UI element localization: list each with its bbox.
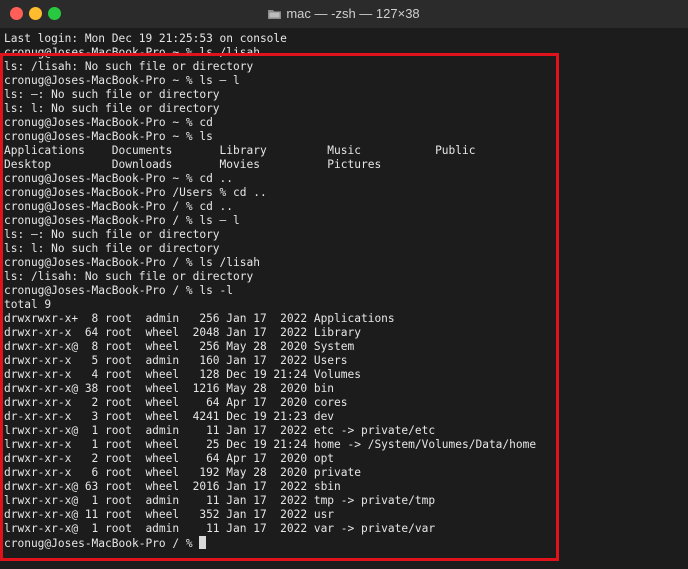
terminal-line: ls: –: No such file or directory (4, 88, 220, 101)
terminal-line: cronug@Joses-MacBook-Pro / % cd .. (4, 200, 234, 213)
terminal-line: cronug@Joses-MacBook-Pro ~ % ls (4, 130, 213, 143)
terminal-line: dr-xr-xr-x 3 root wheel 4241 Dec 19 21:2… (4, 410, 335, 423)
terminal-line: drwxr-xr-x@ 11 root wheel 352 Jan 17 202… (4, 508, 335, 521)
terminal-line: cronug@Joses-MacBook-Pro ~ % cd (4, 116, 213, 129)
terminal-line: ls: /lisah: No such file or directory (4, 60, 254, 73)
title-bar[interactable]: mac — -zsh — 127×38 (0, 0, 688, 29)
terminal-line: drwxr-xr-x 4 root wheel 128 Dec 19 21:24… (4, 368, 361, 381)
folder-icon (268, 10, 282, 19)
terminal-line: lrwxr-xr-x@ 1 root admin 11 Jan 17 2022 … (4, 522, 436, 535)
terminal-line: drwxrwxr-x+ 8 root admin 256 Jan 17 2022… (4, 312, 395, 325)
terminal-line: drwxr-xr-x@ 8 root wheel 256 May 28 2020… (4, 340, 355, 353)
terminal-line: cronug@Joses-MacBook-Pro /Users % cd .. (4, 186, 267, 199)
terminal-line: cronug@Joses-MacBook-Pro ~ % ls – l (4, 74, 240, 87)
terminal-line: lrwxr-xr-x@ 1 root admin 11 Jan 17 2022 … (4, 424, 436, 437)
terminal-line: Last login: Mon Dec 19 21:25:53 on conso… (4, 32, 287, 45)
terminal-line: ls: l: No such file or directory (4, 242, 220, 255)
terminal-line: cronug@Joses-MacBook-Pro / % ls /lisah (4, 256, 260, 269)
terminal-line: lrwxr-xr-x 1 root wheel 25 Dec 19 21:24 … (4, 438, 537, 451)
terminal-line: Applications Documents Library Music Pub… (4, 144, 476, 157)
terminal-line: drwxr-xr-x 64 root wheel 2048 Jan 17 202… (4, 326, 361, 339)
scrollbar[interactable] (684, 28, 688, 569)
terminal-line: drwxr-xr-x@ 63 root wheel 2016 Jan 17 20… (4, 480, 341, 493)
terminal-output[interactable]: Last login: Mon Dec 19 21:25:53 on conso… (0, 28, 688, 569)
terminal-line: cronug@Joses-MacBook-Pro / % ls – l (4, 214, 240, 227)
terminal-line: ls: –: No such file or directory (4, 228, 220, 241)
window-title: mac — -zsh — 127×38 (286, 6, 420, 21)
terminal-line: ls: /lisah: No such file or directory (4, 270, 254, 283)
terminal-line: cronug@Joses-MacBook-Pro / % ls -l (4, 284, 234, 297)
terminal-line: ls: l: No such file or directory (4, 102, 220, 115)
terminal-line: cronug@Joses-MacBook-Pro ~ % ls /lisah (4, 46, 260, 59)
terminal-line: drwxr-xr-x 2 root wheel 64 Apr 17 2020 o… (4, 452, 335, 465)
terminal-line: drwxr-xr-x@ 38 root wheel 1216 May 28 20… (4, 382, 335, 395)
terminal-line: lrwxr-xr-x@ 1 root admin 11 Jan 17 2022 … (4, 494, 436, 507)
terminal-line: drwxr-xr-x 2 root wheel 64 Apr 17 2020 c… (4, 396, 348, 409)
terminal-line: cronug@Joses-MacBook-Pro ~ % cd .. (4, 172, 234, 185)
terminal-window: mac — -zsh — 127×38 Last login: Mon Dec … (0, 0, 688, 569)
window-title-area: mac — -zsh — 127×38 (0, 6, 688, 21)
terminal-line: total 9 (4, 298, 52, 311)
prompt: cronug@Joses-MacBook-Pro / % (4, 537, 200, 550)
text-cursor (199, 536, 207, 549)
terminal-line: drwxr-xr-x 6 root wheel 192 May 28 2020 … (4, 466, 361, 479)
terminal-line: Desktop Downloads Movies Pictures (4, 158, 382, 171)
terminal-prompt-line[interactable]: cronug@Joses-MacBook-Pro / % (4, 536, 207, 550)
terminal-line: drwxr-xr-x 5 root admin 160 Jan 17 2022 … (4, 354, 348, 367)
